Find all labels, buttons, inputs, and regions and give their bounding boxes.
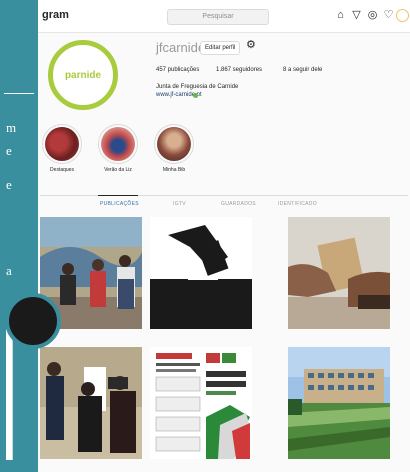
following-count[interactable]: 8 a seguir dele — [283, 67, 322, 73]
highlight-image — [45, 127, 79, 161]
gear-icon[interactable]: ⚙ — [246, 38, 256, 51]
highlight-ring — [98, 124, 138, 164]
top-navigation-bar: gram Pesquisar ⌂ ▽ ◎ ♡ — [38, 0, 410, 33]
post-tile[interactable] — [288, 347, 390, 459]
post-building-garden — [288, 347, 390, 459]
direct-icon[interactable]: ▽ — [350, 9, 363, 22]
explore-icon[interactable]: ◎ — [366, 9, 379, 22]
post-interview — [40, 347, 142, 459]
tabs-divider — [40, 195, 408, 196]
highlight-label: Minha Bib — [162, 167, 186, 173]
avatar-logo-text: parnide — [64, 69, 102, 81]
slide-photo-frame — [6, 320, 13, 460]
highlight-label: Destaques — [50, 167, 74, 173]
highlight-image — [157, 127, 191, 161]
active-tab-indicator — [98, 195, 138, 196]
profile-username: jfcarnide — [156, 40, 206, 55]
slide-decorative-circle — [5, 293, 61, 349]
home-icon[interactable]: ⌂ — [334, 9, 347, 22]
heart-icon[interactable]: ♡ — [382, 9, 395, 22]
post-tile[interactable] — [288, 217, 390, 329]
followers-count[interactable]: 1.867 seguidores — [216, 67, 262, 73]
search-input[interactable]: Pesquisar — [167, 9, 269, 25]
post-tile[interactable] — [150, 217, 252, 329]
tab-posts[interactable]: PUBLICAÇÕES — [100, 201, 139, 207]
slide-text-fragment: a — [6, 263, 12, 278]
bio-name: Junta de Freguesia de Carnide — [156, 84, 239, 90]
highlight-verao[interactable]: Verão da Liz — [94, 124, 142, 173]
post-tile[interactable] — [40, 347, 142, 459]
status-dot — [193, 93, 198, 98]
post-ballot-hand — [288, 217, 390, 329]
slide-divider — [4, 93, 34, 94]
tab-igtv[interactable]: IGTV — [173, 201, 186, 207]
tab-saved[interactable]: GUARDADOS — [221, 201, 256, 207]
tab-tagged[interactable]: IDENTIFICADO — [278, 201, 317, 207]
post-election-flyer — [150, 347, 252, 459]
post-ballot-box — [150, 217, 252, 329]
profile-icon[interactable] — [396, 9, 409, 22]
highlight-image — [101, 127, 135, 161]
posts-count: 457 publicações — [156, 67, 200, 73]
edit-profile-button[interactable]: Editar perfil — [200, 41, 241, 55]
highlight-ring — [154, 124, 194, 164]
highlight-label: Verão da Liz — [104, 167, 132, 173]
slide-text-fragment: e — [6, 177, 12, 192]
profile-avatar[interactable]: parnide — [48, 40, 118, 110]
slide-text-fragment: e — [6, 143, 12, 158]
highlight-ring — [42, 124, 82, 164]
highlight-destaques[interactable]: Destaques — [38, 124, 86, 173]
post-tile[interactable] — [150, 347, 252, 459]
highlight-bib[interactable]: Minha Bib — [150, 124, 198, 173]
instagram-logo[interactable]: gram — [42, 9, 69, 21]
instagram-screenshot: gram Pesquisar ⌂ ▽ ◎ ♡ parnide jfcarnide… — [38, 0, 410, 472]
slide-text-fragment: m — [6, 120, 17, 135]
